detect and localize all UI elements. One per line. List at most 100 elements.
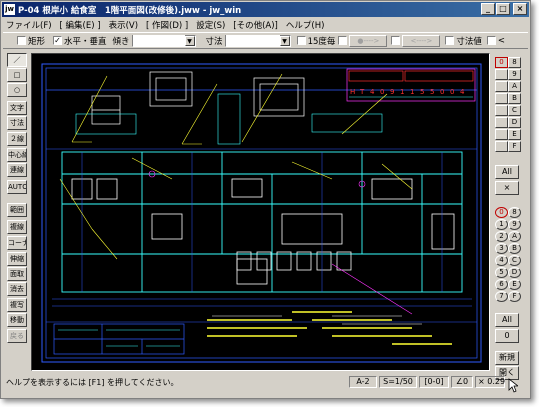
layer-group-4-button[interactable]	[495, 105, 508, 116]
layer-f-button[interactable]: F	[508, 291, 521, 302]
angle-display[interactable]: ∠0	[451, 376, 473, 388]
layer-group-a-button[interactable]: A	[508, 81, 521, 92]
tool-erase[interactable]: 消去	[7, 282, 27, 296]
layer-1-button[interactable]: 1	[495, 219, 508, 230]
layer-group-all-button[interactable]: All	[495, 165, 519, 179]
paper-size[interactable]: A-2	[349, 376, 377, 388]
tool-rectangle[interactable]: □	[7, 68, 27, 82]
tool-center-line[interactable]: 中心線	[7, 148, 27, 162]
layer-8-button[interactable]: 8	[508, 207, 521, 218]
close-button[interactable]: ×	[513, 3, 527, 15]
layer-group-7-button[interactable]	[495, 141, 508, 152]
btn2-checkbox[interactable]	[391, 36, 401, 45]
layer-c-button[interactable]: C	[508, 255, 521, 266]
layer-display[interactable]: [0-0]	[419, 376, 449, 388]
layer-5-button[interactable]: 5	[495, 267, 508, 278]
layer-group-9-button[interactable]: 9	[508, 69, 521, 80]
maximize-button[interactable]: □	[496, 3, 510, 15]
layer-group-5-button[interactable]	[495, 117, 508, 128]
layer-group-d-button[interactable]: D	[508, 117, 521, 128]
tool-dimension[interactable]: 寸法	[7, 116, 27, 130]
menu-help[interactable]: ヘルプ(H)	[286, 19, 325, 31]
dim-dropdown-arrow[interactable]: ▼	[279, 35, 290, 46]
rect-option[interactable]: 矩形	[17, 35, 45, 47]
jw-app-icon[interactable]: jw	[4, 4, 15, 15]
lt-label: <	[497, 35, 506, 46]
hv-checkbox[interactable]: ✓	[53, 36, 63, 45]
tool-corner[interactable]: コーナー	[7, 236, 27, 250]
new-file-button[interactable]: 新規	[495, 351, 519, 365]
hv-option[interactable]: ✓ 水平・垂直	[53, 35, 107, 47]
menu-edit[interactable]: [ 編集(E) ]	[60, 19, 101, 31]
hv-label: 水平・垂直	[64, 36, 107, 47]
tool-undo[interactable]: 戻る	[7, 329, 27, 343]
layer-group-3-button[interactable]	[495, 93, 508, 104]
tool-move[interactable]: 移動	[7, 313, 27, 327]
tool-line[interactable]: ／	[7, 53, 27, 67]
tool-offset-line[interactable]: 複線	[7, 220, 27, 234]
layer-group-x-button[interactable]: ×	[495, 181, 519, 195]
menu-view[interactable]: 表示(V)	[109, 19, 138, 31]
both-direction-button[interactable]: <---->	[402, 34, 441, 47]
tool-copy[interactable]: 複写	[7, 298, 27, 312]
drawing-canvas[interactable]: H T 4 0 9 1 1 5 5 0 0 4	[31, 53, 490, 371]
dim-input[interactable]	[225, 34, 280, 47]
layer-group-2-button[interactable]	[495, 81, 508, 92]
layer-group-e-button[interactable]: E	[508, 129, 521, 140]
slope-dropdown-arrow[interactable]: ▼	[184, 35, 195, 46]
dim-combo[interactable]: ▼	[224, 34, 291, 47]
code-char: 5	[430, 88, 434, 96]
tool-auto[interactable]: AUTO	[7, 180, 27, 194]
deg15-checkbox[interactable]	[296, 36, 306, 45]
layer-d-button[interactable]: D	[508, 267, 521, 278]
tool-connect-line[interactable]: 連線	[7, 163, 27, 177]
layer-zero-button[interactable]: 0	[495, 329, 519, 343]
layer-3-button[interactable]: 3	[495, 243, 508, 254]
zoom-display[interactable]: × 0.29	[475, 376, 505, 388]
fixtures	[71, 178, 455, 285]
layer-6-button[interactable]: 6	[495, 279, 508, 290]
btn1-checkbox[interactable]	[338, 36, 348, 45]
layer-group-1-button[interactable]	[495, 69, 508, 80]
slope-combo[interactable]: ▼	[131, 34, 196, 47]
layer-group-c-button[interactable]: C	[508, 105, 521, 116]
point-direction-button[interactable]: ●---->	[349, 34, 388, 47]
layer-4-button[interactable]: 4	[495, 255, 508, 266]
tool-text[interactable]: 文字	[7, 101, 27, 115]
slope-input[interactable]	[132, 34, 185, 47]
code-char: 5	[420, 88, 424, 96]
layer-group-0-button[interactable]: 0	[495, 57, 508, 68]
scale-display[interactable]: S=1/50	[379, 376, 417, 388]
layer-e-button[interactable]: E	[508, 279, 521, 290]
layer-all-button[interactable]: All	[495, 313, 519, 327]
layer-2-button[interactable]: 2	[495, 231, 508, 242]
tool-circle[interactable]: ○	[7, 83, 27, 97]
tool-double-line[interactable]: ２線	[7, 132, 27, 146]
rect-checkbox[interactable]	[17, 36, 26, 45]
menu-draw[interactable]: [ 作図(D) ]	[146, 19, 188, 31]
title-bar[interactable]: jw P-04 根岸小 給食室 1階平面図(改修後).jww - jw_win …	[2, 2, 529, 17]
layer-b-button[interactable]: B	[508, 243, 521, 254]
layer-9-button[interactable]: 9	[508, 219, 521, 230]
menu-settings[interactable]: 設定(S)	[196, 19, 225, 31]
layer-7-button[interactable]: 7	[495, 291, 508, 302]
dimval-checkbox[interactable]	[445, 36, 455, 45]
layer-group-b-button[interactable]: B	[508, 93, 521, 104]
tool-extend[interactable]: 伸縮	[7, 252, 27, 266]
layer-group-6-button[interactable]	[495, 129, 508, 140]
lt-checkbox[interactable]	[486, 36, 496, 45]
layer-0-button[interactable]: 0	[495, 207, 508, 218]
layer-a-button[interactable]: A	[508, 231, 521, 242]
minimize-button[interactable]: _	[481, 3, 495, 15]
tool-range[interactable]: 範囲	[7, 203, 27, 217]
layer-group-8-button[interactable]: 8	[508, 57, 521, 68]
dimval-option[interactable]: 寸法値	[445, 35, 482, 47]
deg15-option[interactable]: 15度毎	[296, 35, 335, 47]
layer-group-f-button[interactable]: F	[508, 141, 521, 152]
lt-option[interactable]: <	[486, 35, 506, 46]
dimval-label: 寸法値	[456, 36, 482, 47]
menu-file[interactable]: ファイル(F)	[6, 19, 52, 31]
tool-chamfer[interactable]: 面取	[7, 267, 27, 281]
menu-other[interactable]: [その他(A)]	[233, 19, 278, 31]
slope-label: 傾き	[112, 36, 130, 47]
